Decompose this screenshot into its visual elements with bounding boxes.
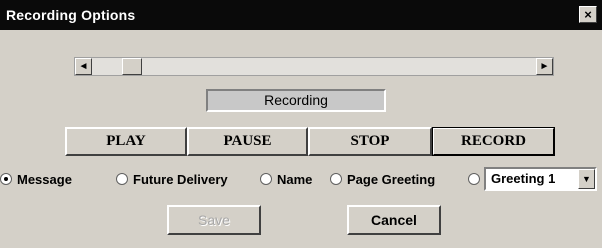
dropdown-button[interactable]: ▼ — [578, 169, 595, 189]
cancel-button[interactable]: Cancel — [347, 205, 441, 235]
radio-unchecked-icon[interactable] — [116, 173, 128, 185]
radio-page-greeting[interactable]: Page Greeting — [330, 171, 435, 189]
right-arrow-icon: ► — [539, 61, 550, 72]
position-scrollbar[interactable]: ◄ ► — [74, 57, 554, 76]
scroll-right-button[interactable]: ► — [536, 58, 553, 75]
radio-name-label: Name — [277, 172, 313, 187]
radio-unchecked-icon[interactable] — [468, 173, 480, 185]
radio-unchecked-icon[interactable] — [330, 173, 342, 185]
radio-name[interactable]: Name — [260, 171, 312, 189]
greeting-select[interactable]: Greeting 1 ▼ — [484, 167, 597, 191]
radio-checked-icon[interactable] — [0, 173, 12, 185]
scroll-left-button[interactable]: ◄ — [75, 58, 92, 75]
window-title: Recording Options — [6, 7, 136, 23]
scroll-thumb[interactable] — [122, 58, 142, 75]
radio-page-greeting-label: Page Greeting — [347, 172, 436, 187]
recording-status: Recording — [206, 89, 386, 112]
greeting-select-value: Greeting 1 — [491, 171, 556, 186]
close-icon: × — [584, 7, 592, 22]
save-button[interactable]: Save — [167, 205, 261, 235]
radio-future-delivery[interactable]: Future Delivery — [116, 171, 228, 189]
record-button[interactable]: RECORD — [432, 127, 555, 156]
radio-message[interactable]: Message — [0, 171, 72, 189]
radio-unchecked-icon[interactable] — [260, 173, 272, 185]
pause-button[interactable]: PAUSE — [187, 127, 308, 156]
radio-greeting[interactable] — [468, 171, 485, 189]
left-arrow-icon: ◄ — [78, 61, 89, 72]
title-bar: Recording Options × — [0, 0, 602, 30]
radio-future-delivery-label: Future Delivery — [133, 172, 228, 187]
chevron-down-icon: ▼ — [582, 174, 591, 184]
play-button[interactable]: PLAY — [65, 127, 187, 156]
close-button[interactable]: × — [579, 6, 597, 23]
radio-message-label: Message — [17, 172, 72, 187]
stop-button[interactable]: STOP — [308, 127, 432, 156]
dialog-body: ◄ ► Recording PLAY PAUSE STOP RECORD Mes… — [0, 30, 602, 248]
